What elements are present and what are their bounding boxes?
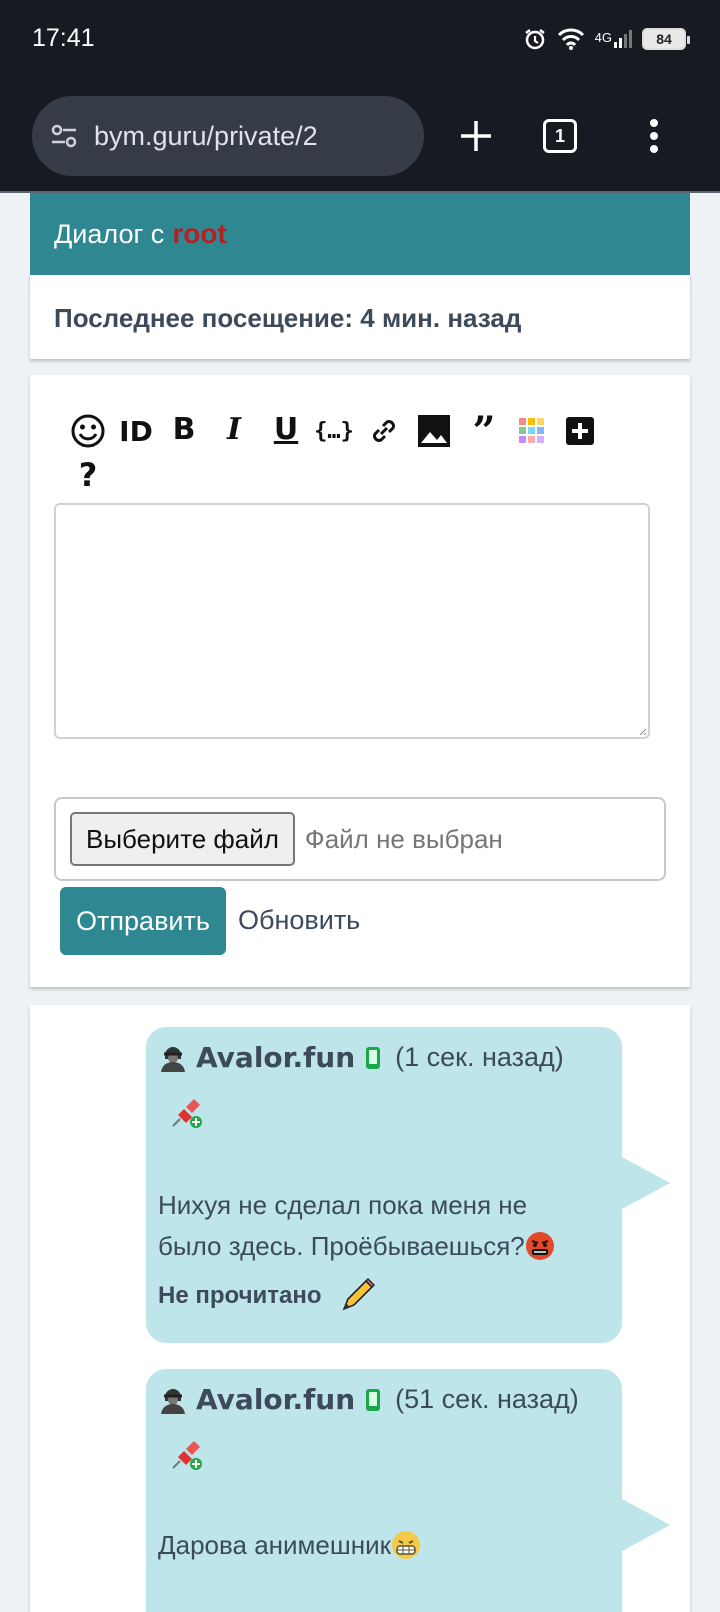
smile-icon[interactable] bbox=[68, 411, 108, 451]
composer-card: ID B I U {…} ” ? Выберите файл Файл не в… bbox=[30, 375, 690, 987]
id-icon[interactable]: ID bbox=[116, 411, 156, 451]
message-author[interactable]: Avalor.fun bbox=[196, 1383, 355, 1416]
more-vert-icon bbox=[650, 119, 658, 153]
url-text[interactable]: bym.guru/private/2 bbox=[94, 121, 318, 152]
bold-icon[interactable]: B bbox=[164, 409, 204, 449]
grin-emoji-icon bbox=[391, 1531, 420, 1559]
insert-icon[interactable] bbox=[560, 411, 600, 451]
browser-toolbar: bym.guru/private/2 1 bbox=[0, 82, 720, 193]
underline-icon[interactable]: U bbox=[266, 409, 306, 449]
pin-icon[interactable] bbox=[170, 1437, 204, 1471]
choose-file-button[interactable]: Выберите файл bbox=[70, 812, 295, 866]
file-input: Выберите файл Файл не выбран bbox=[54, 797, 666, 881]
message-time: (1 сек. назад) bbox=[395, 1042, 564, 1072]
message-bubble: Avalor.fun (1 сек. назад) Нихуя не сдела… bbox=[146, 1027, 670, 1343]
refresh-link[interactable]: Обновить bbox=[238, 905, 360, 936]
tab-count-icon: 1 bbox=[543, 119, 577, 153]
battery-icon: 84 bbox=[642, 28, 690, 50]
resize-grip-icon[interactable] bbox=[638, 727, 646, 735]
message-header: Avalor.fun (51 сек. назад) bbox=[158, 1383, 579, 1416]
new-tab-button[interactable] bbox=[448, 108, 504, 164]
unread-label: Не прочитано bbox=[158, 1282, 322, 1309]
message-author[interactable]: Avalor.fun bbox=[196, 1041, 355, 1074]
signal-icon: 4G bbox=[595, 30, 632, 48]
help-icon[interactable]: ? bbox=[68, 455, 108, 495]
image-icon[interactable] bbox=[414, 411, 454, 451]
plus-icon bbox=[461, 121, 491, 151]
messages-card: Avalor.fun (1 сек. назад) Нихуя не сдела… bbox=[30, 1005, 690, 1612]
send-button[interactable]: Отправить bbox=[60, 887, 226, 955]
message-bubble: Avalor.fun (51 сек. назад) Дарова анимеш… bbox=[146, 1369, 670, 1612]
site-settings-icon[interactable] bbox=[48, 120, 80, 152]
user-avatar-icon[interactable] bbox=[158, 1385, 188, 1415]
address-bar[interactable]: bym.guru/private/2 bbox=[32, 96, 424, 176]
pin-icon[interactable] bbox=[170, 1095, 204, 1129]
message-text: Нихуя не сделал пока меня не было здесь.… bbox=[158, 1185, 555, 1267]
dialog-header: Диалог с root bbox=[30, 193, 690, 275]
dialog-title: Диалог с bbox=[54, 218, 165, 249]
last-seen-card: Последнее посещение: 4 мин. назад bbox=[30, 275, 690, 359]
menu-button[interactable] bbox=[626, 108, 682, 164]
status-bar: 17:41 4G 84 bbox=[0, 0, 720, 82]
mobile-icon bbox=[366, 1388, 381, 1411]
read-status: Не прочитано bbox=[158, 1277, 376, 1315]
message-text: Дарова анимешник bbox=[158, 1525, 421, 1566]
message-time: (51 сек. назад) bbox=[395, 1384, 579, 1414]
italic-icon[interactable]: I bbox=[214, 409, 254, 449]
angry-emoji-icon bbox=[525, 1232, 554, 1260]
link-icon[interactable] bbox=[364, 411, 404, 451]
file-status-text: Файл не выбран bbox=[304, 823, 503, 854]
alarm-icon bbox=[524, 29, 545, 50]
user-avatar-icon[interactable] bbox=[158, 1043, 188, 1073]
status-time: 17:41 bbox=[32, 24, 95, 52]
dialog-username[interactable]: root bbox=[172, 218, 226, 250]
message-header: Avalor.fun (1 сек. назад) bbox=[158, 1041, 564, 1074]
mobile-icon bbox=[366, 1046, 381, 1069]
quote-icon[interactable]: ” bbox=[464, 408, 504, 455]
color-icon[interactable] bbox=[512, 411, 552, 451]
status-icons: 4G 84 bbox=[523, 24, 690, 54]
wifi-icon bbox=[557, 28, 584, 50]
last-seen-text: Последнее посещение: 4 мин. назад bbox=[54, 303, 522, 333]
tab-switcher-button[interactable]: 1 bbox=[532, 108, 588, 164]
message-textarea[interactable] bbox=[54, 503, 650, 739]
page-content: Диалог с root Последнее посещение: 4 мин… bbox=[0, 193, 720, 1612]
edit-pencil-icon[interactable] bbox=[338, 1277, 376, 1315]
code-icon[interactable]: {…} bbox=[314, 411, 354, 451]
